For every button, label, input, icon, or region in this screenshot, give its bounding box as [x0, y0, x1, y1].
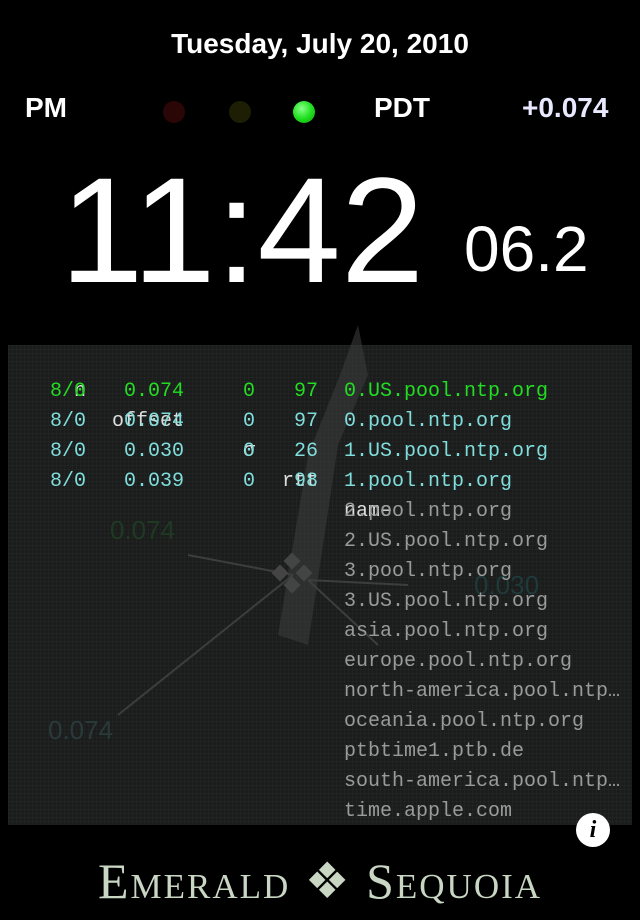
cell-sigma: 0 [242, 440, 255, 463]
server-row: oceania.pool.ntp.org [8, 707, 632, 737]
green-status-light [293, 101, 315, 123]
yellow-status-light [229, 101, 251, 123]
table-row: 8/0 0.074 0 97 0.pool.ntp.org [8, 407, 632, 437]
cell-name: 3.US.pool.ntp.org [344, 590, 549, 613]
server-row: europe.pool.ntp.org [8, 647, 632, 677]
server-row: 3.US.pool.ntp.org [8, 587, 632, 617]
cell-n: 8/0 [49, 470, 86, 493]
cell-offset: 0.030 [123, 440, 184, 463]
cell-name: 1.pool.ntp.org [344, 470, 513, 493]
cell-n: 8/0 [49, 410, 86, 433]
cell-n: 8/0 [49, 380, 86, 403]
cell-name: 0.US.pool.ntp.org [344, 380, 549, 403]
cell-offset: 0.074 [123, 410, 184, 433]
server-row: ptbtime1.ptb.de [8, 737, 632, 767]
cell-name: 1.US.pool.ntp.org [344, 440, 549, 463]
brand-logo: Emerald ❖ Sequoia [97, 853, 543, 909]
ntp-status-panel[interactable]: 0.074 0.030 0.074 n offset σ rtt name 8/… [8, 325, 632, 827]
server-row: south-america.pool.ntp.org [8, 767, 632, 797]
cell-name: 2.US.pool.ntp.org [344, 530, 549, 553]
server-row: 2.US.pool.ntp.org [8, 527, 632, 557]
cell-name: 2.pool.ntp.org [344, 500, 513, 523]
server-row: north-america.pool.ntp.org [8, 677, 632, 707]
cell-name: time.apple.com [344, 800, 513, 823]
cell-n: 8/0 [49, 440, 86, 463]
date-label: Tuesday, July 20, 2010 [171, 28, 469, 59]
cell-sigma: 0 [242, 380, 255, 403]
cell-name: north-america.pool.ntp.org [344, 680, 629, 703]
cell-name: south-america.pool.ntp.org [344, 770, 629, 793]
timezone-label: PDT [374, 92, 430, 123]
cell-rtt: 97 [293, 410, 318, 433]
server-row: 2.pool.ntp.org [8, 497, 632, 527]
cell-name: ptbtime1.ptb.de [344, 740, 525, 763]
table-header: n offset σ rtt name [8, 347, 632, 523]
server-row: 3.pool.ntp.org [8, 557, 632, 587]
table-row: 8/0 0.039 0 98 1.pool.ntp.org [8, 467, 632, 497]
cell-rtt: 98 [293, 470, 318, 493]
info-button[interactable]: i [576, 813, 610, 847]
cell-name: asia.pool.ntp.org [344, 620, 549, 643]
ampm-label: PM [25, 92, 67, 123]
cell-sigma: 0 [242, 470, 255, 493]
cell-offset: 0.074 [123, 380, 184, 403]
time-display: 11:42 [60, 146, 425, 314]
cell-name: 3.pool.ntp.org [344, 560, 513, 583]
cell-name: oceania.pool.ntp.org [344, 710, 585, 733]
offset-label: +0.074 [522, 92, 609, 123]
cell-name: europe.pool.ntp.org [344, 650, 573, 673]
table-row: 8/0 0.030 0 26 1.US.pool.ntp.org [8, 437, 632, 467]
cell-rtt: 26 [293, 440, 318, 463]
server-row: asia.pool.ntp.org [8, 617, 632, 647]
seconds-display: 06.2 [464, 213, 589, 285]
cell-offset: 0.039 [123, 470, 184, 493]
cell-sigma: 0 [242, 410, 255, 433]
table-row: 8/0 0.074 0 97 0.US.pool.ntp.org [8, 377, 632, 407]
red-status-light [163, 101, 185, 123]
server-row: time.apple.com [8, 797, 632, 827]
cell-name: 0.pool.ntp.org [344, 410, 513, 433]
cell-rtt: 97 [293, 380, 318, 403]
